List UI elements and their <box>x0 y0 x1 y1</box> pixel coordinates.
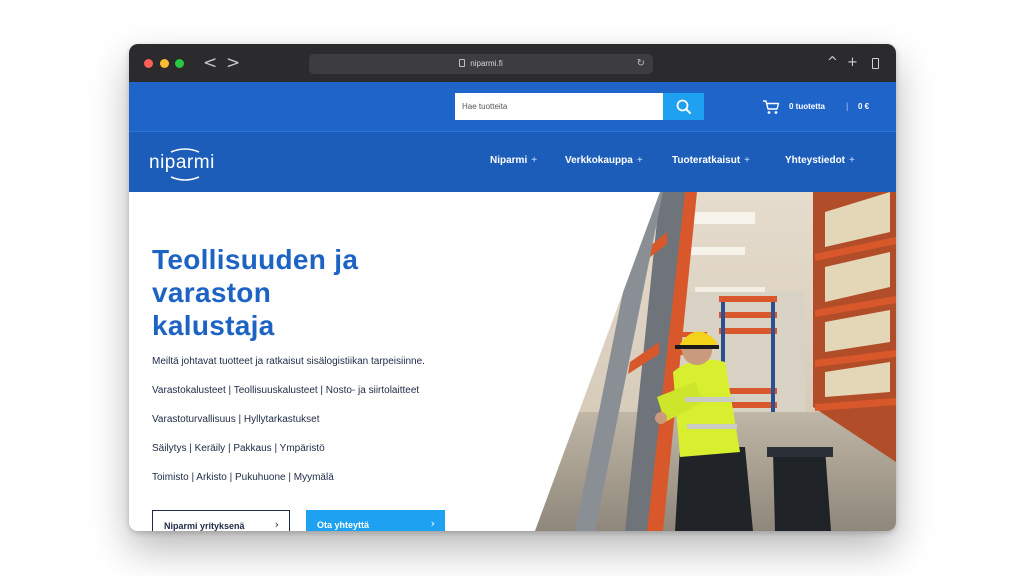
new-tab-icon[interactable]: + <box>847 53 858 73</box>
hero-section: Teollisuuden ja varaston kalustaja Meilt… <box>129 192 896 531</box>
contact-button[interactable]: Ota yhteyttä › <box>306 510 445 531</box>
reload-icon[interactable]: ↻ <box>637 54 645 74</box>
niparmi-logo[interactable]: niparmi <box>149 146 225 182</box>
cart-separator: | <box>846 101 849 111</box>
forward-icon[interactable]: > <box>226 53 240 73</box>
maximize-window-button[interactable] <box>175 59 184 68</box>
expand-plus-icon: + <box>849 155 855 166</box>
cart-icon[interactable] <box>762 99 780 115</box>
expand-plus-icon: + <box>744 155 751 166</box>
website: 0 tuotetta | 0 € niparmi Niparmi+ Verkko… <box>129 82 896 531</box>
product-category-links[interactable]: Varastoturvallisuus | Hyllytarkastukset <box>152 413 319 427</box>
address-bar[interactable]: niparmi.fi ↻ <box>309 54 653 74</box>
nav-item-verkkokauppa[interactable]: Verkkokauppa + <box>565 154 643 168</box>
nav-item-tuoteratkaisut[interactable]: Tuoteratkaisut + <box>672 154 750 168</box>
nav-item-niparmi[interactable]: Niparmi + <box>490 154 537 168</box>
search-icon <box>676 99 691 114</box>
page-icon <box>459 59 466 67</box>
browser-toolbar: < > niparmi.fi ↻ ^ + <box>129 44 896 82</box>
search-input[interactable] <box>455 93 663 120</box>
chevron-right-icon: › <box>430 517 435 530</box>
logo-wordmark: niparmi <box>149 152 215 173</box>
minimize-window-button[interactable] <box>160 59 169 68</box>
close-window-button[interactable] <box>144 59 153 68</box>
main-navigation: niparmi Niparmi + Verkkokauppa + Tuoteratk… <box>129 131 896 192</box>
nav-item-yhteystiedot[interactable]: Yhteystiedot + <box>785 154 855 168</box>
tabs-overview-icon[interactable] <box>872 58 879 69</box>
url-text: niparmi.fi <box>470 59 503 68</box>
share-icon[interactable]: ^ <box>827 53 838 73</box>
company-info-button[interactable]: Niparmi yrityksenä › <box>152 510 290 531</box>
browser-window: < > niparmi.fi ↻ ^ + 0 tuotetta | <box>129 44 896 531</box>
chevron-right-icon: › <box>274 518 279 531</box>
hero-headline: Teollisuuden ja varaston kalustaja <box>152 244 359 341</box>
warehouse-worker-photo <box>535 192 896 531</box>
back-icon[interactable]: < <box>203 53 217 73</box>
product-category-links[interactable]: Säilytys | Keräily | Pakkaus | Ympäristö <box>152 442 325 456</box>
expand-plus-icon: + <box>531 155 538 166</box>
hero-lead-text: Meiltä johtavat tuotteet ja ratkaisut si… <box>152 356 425 367</box>
product-category-links[interactable]: Toimisto | Arkisto | Pukuhuone | Myymälä <box>152 471 334 485</box>
product-category-links[interactable]: Varastokalusteet | Teollisuuskalusteet |… <box>152 384 419 398</box>
expand-plus-icon: + <box>636 155 643 166</box>
top-bar: 0 tuotetta | 0 € <box>129 82 896 131</box>
cart-total[interactable]: 0 € <box>858 100 869 113</box>
cart-count[interactable]: 0 tuotetta <box>789 100 825 113</box>
search-button[interactable] <box>663 93 704 120</box>
